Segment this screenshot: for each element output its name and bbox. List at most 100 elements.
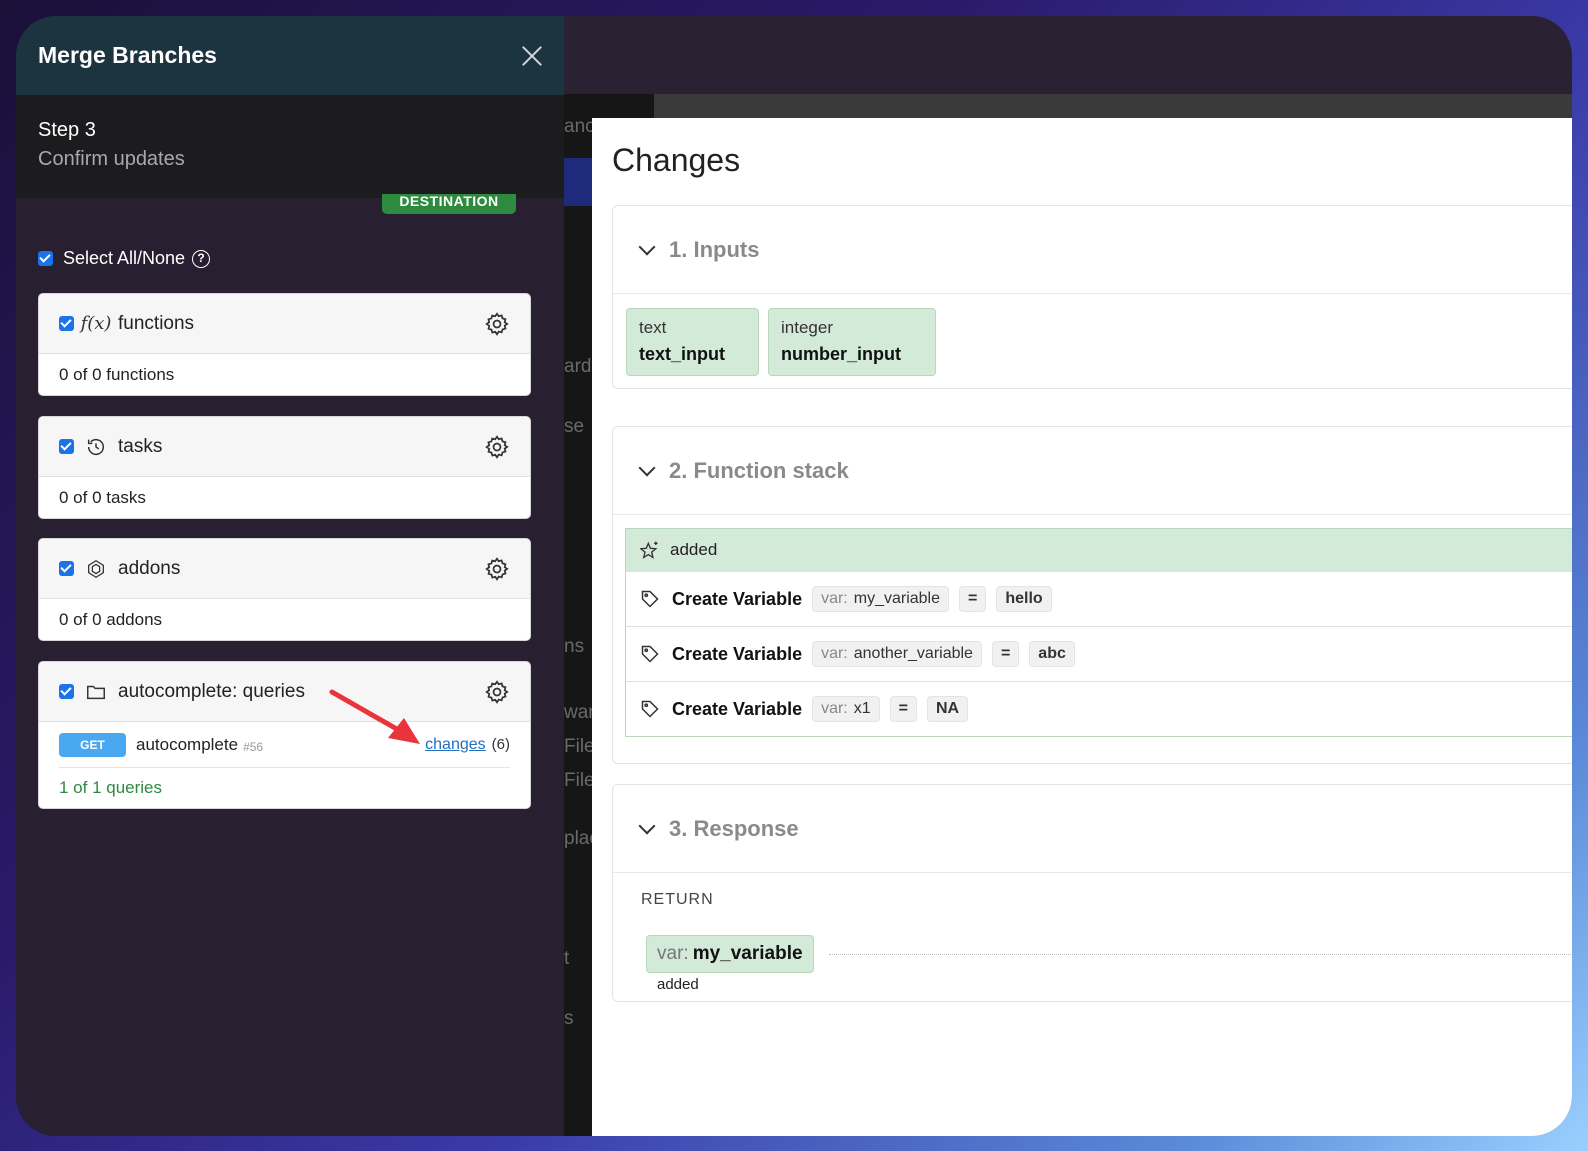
background-topbar [651,94,1572,120]
addons-card: addons 0 of 0 addons [38,538,531,641]
changes-title: Changes [612,142,741,178]
tag-icon [641,700,659,718]
input-name: text_input [639,344,726,364]
functions-card: f(x) functions 0 of 0 functions [38,293,531,396]
var-key: var: [821,645,848,662]
return-chip: var: my_variable [646,935,814,973]
var-name: x1 [853,700,871,717]
input-type: integer [781,318,833,337]
input-chip: integer number_input [768,308,936,376]
return-key: var: [657,943,689,964]
card-summary: 0 of 0 addons [59,609,163,629]
var-key: var: [821,590,848,607]
input-type: text [639,318,667,337]
added-group-header: added [626,529,1572,571]
gear-icon[interactable] [484,556,510,582]
query-name: autocomplete [136,734,239,754]
inputs-section: 1. Inputs text text_input integer number… [612,205,1572,389]
stack-row[interactable]: Create Variable var: my_variable = hello [626,571,1572,626]
query-id: #56 [243,739,264,754]
merge-branches-panel: Merge Branches Step 3 Confirm updates DE… [16,16,564,1136]
step-name: Create Variable [672,698,803,719]
var-pill: var: x1 [812,696,880,722]
select-all-label: Select All/None [63,248,186,268]
functions-checkbox[interactable] [59,316,74,331]
step-name: Create Variable [672,588,803,609]
tag-icon [641,590,659,608]
addon-icon [84,557,108,581]
app-window: ance ard se ns ware Files File plac t s … [16,16,1572,1136]
step-indicator: Step 3 Confirm updates [16,95,564,198]
value-pill: abc [1029,641,1075,667]
tasks-card: tasks 0 of 0 tasks [38,416,531,519]
section-title: 1. Inputs [669,236,760,262]
close-icon[interactable] [518,42,546,70]
inputs-section-header[interactable]: 1. Inputs [613,206,1572,294]
step-description: Confirm updates [38,148,185,170]
card-header: addons [39,539,530,599]
section-title: 3. Response [669,815,799,841]
addons-checkbox[interactable] [59,561,74,576]
var-name: my_variable [853,590,941,607]
var-pill: var: my_variable [812,586,950,612]
var-name: another_variable [853,645,973,662]
group-label: added [670,540,718,559]
gear-icon[interactable] [484,434,510,460]
select-all-toggle[interactable]: Select All/None ? [38,248,211,269]
card-summary: 0 of 0 functions [59,364,175,384]
tag-icon [641,645,659,663]
chevron-down-icon [638,817,656,834]
return-divider [829,954,1572,955]
response-section-header[interactable]: 3. Response [613,785,1572,873]
help-icon[interactable]: ? [192,249,211,268]
input-chip: text text_input [626,308,759,376]
input-name: number_input [781,344,901,364]
return-status: added [657,976,699,993]
tasks-checkbox[interactable] [59,439,74,454]
history-icon [84,435,108,459]
select-all-checkbox[interactable] [38,251,53,266]
gear-icon[interactable] [484,311,510,337]
operator-pill: = [959,586,987,612]
value-pill: NA [927,696,969,722]
step-name: Create Variable [672,643,803,664]
chevron-down-icon [638,238,656,255]
card-header: f(x) functions [39,294,530,354]
queries-card: autocomplete: queries GET autocomplete #… [38,661,531,809]
card-header: autocomplete: queries [39,662,530,722]
card-title: tasks [118,435,163,457]
panel-title: Merge Branches [38,42,217,68]
gear-icon[interactable] [484,679,510,705]
sparkle-star-icon [640,541,658,559]
card-title: functions [118,312,195,334]
changes-count: (6) [491,736,510,753]
queries-checkbox[interactable] [59,684,74,699]
var-pill: var: another_variable [812,641,982,667]
return-value: my_variable [692,943,803,964]
method-badge: GET [59,732,126,757]
card-title: autocomplete: queries [118,680,305,702]
query-row: GET autocomplete #56 changes (6) [59,722,510,768]
card-header: tasks [39,417,530,477]
added-group: added Create Variable var: my_variable = … [625,528,1572,737]
stack-row[interactable]: Create Variable var: another_variable = a… [626,626,1572,681]
step-number: Step 3 [38,119,96,141]
value-pill: hello [996,586,1052,612]
annotation-arrow-icon [329,689,420,744]
card-title: addons [118,557,181,579]
function-stack-section: 2. Function stack added Create Variable … [612,426,1572,764]
function-stack-section-header[interactable]: 2. Function stack [613,427,1572,515]
chevron-down-icon [638,459,656,476]
folder-icon [84,680,108,704]
changes-panel: Changes 1. Inputs text text_input intege… [592,118,1572,1136]
function-icon: f(x) [80,313,112,334]
response-section: 3. Response RETURN var: my_variable adde… [612,784,1572,1002]
var-key: var: [821,700,848,717]
changes-link[interactable]: changes [425,736,486,754]
stack-row[interactable]: Create Variable var: x1 = NA [626,681,1572,736]
section-title: 2. Function stack [669,457,849,483]
card-summary: 0 of 0 tasks [59,487,146,507]
panel-header: Merge Branches [16,16,564,95]
return-label: RETURN [641,891,714,908]
card-summary: 1 of 1 queries [59,778,163,797]
